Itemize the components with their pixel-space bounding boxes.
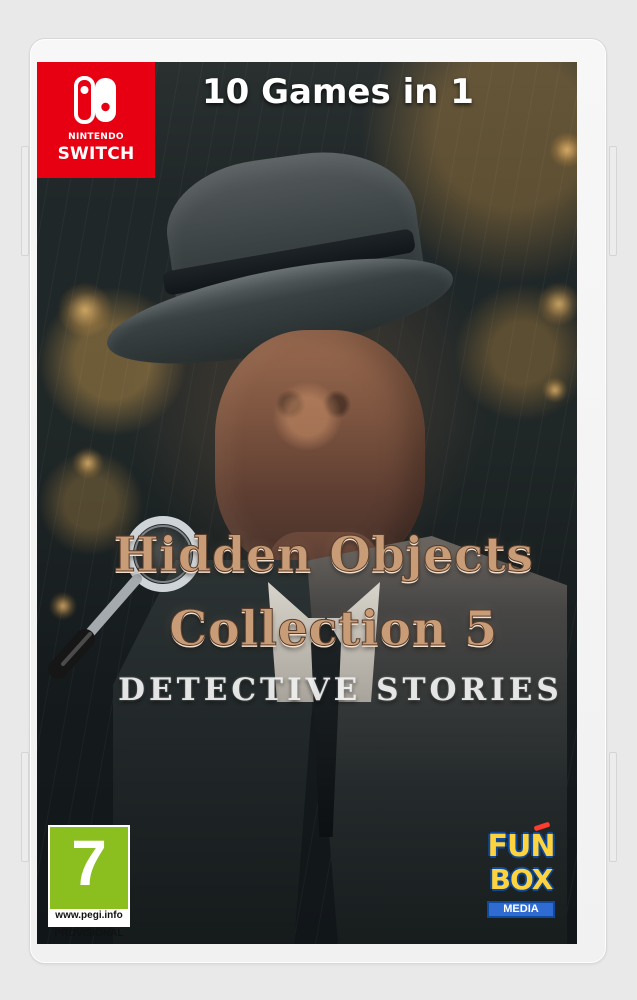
nintendo-switch-badge: NINTENDO SWITCH [37, 62, 155, 178]
publisher-top-word: FUN [487, 829, 556, 864]
pegi-age: 7 [71, 827, 107, 899]
bokeh-light [72, 447, 104, 479]
publisher-bottom-word: BOX [489, 863, 554, 896]
bokeh-light [57, 282, 113, 338]
case-clip-left-top [21, 146, 29, 256]
nintendo-label: NINTENDO [68, 132, 124, 142]
bokeh-light [537, 282, 577, 326]
cover-art [37, 62, 577, 944]
case-clip-right-top [609, 146, 617, 256]
subtitle: DETECTIVE STORIES [118, 672, 563, 708]
pegi-status: PROVISIONAL [54, 928, 124, 939]
title-line-2: Collection 5 [169, 601, 498, 658]
pegi-site: www.pegi.info [55, 910, 123, 921]
switch-label: SWITCH [57, 144, 135, 164]
switch-logo-icon [74, 76, 116, 124]
case-clip-right-bottom [609, 752, 617, 862]
publisher-media-label: MEDIA [487, 901, 555, 918]
bokeh-light [542, 377, 568, 403]
publisher-logo: FUN BOX MEDIA [484, 821, 558, 922]
top-banner: 10 Games in 1 [202, 72, 474, 112]
bokeh-light [549, 132, 577, 168]
title-line-1: Hidden Objects [113, 527, 534, 584]
case-clip-left-bottom [21, 752, 29, 862]
pegi-rating-box: 7 www.pegi.info [48, 825, 130, 927]
